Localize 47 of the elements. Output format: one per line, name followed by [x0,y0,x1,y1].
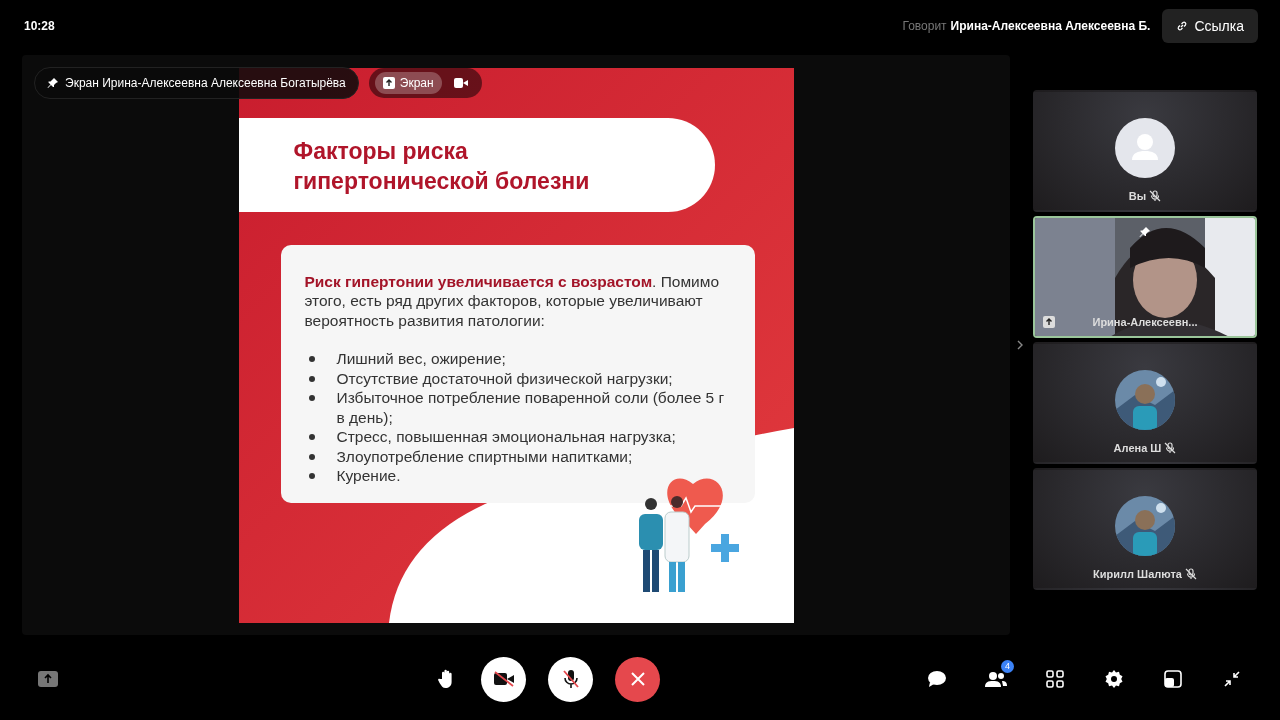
participant-name: Вы [1128,190,1147,202]
bullet-text: Стресс, повышенная эмоциональная нагрузка; [336,427,676,447]
camera-off-button[interactable] [481,656,526,702]
link-icon [1176,20,1189,32]
screen-tab[interactable]: Экран [374,72,442,94]
chevron-icon[interactable] [1016,339,1024,351]
participant-name: Ирина-Алексеевн... [1092,316,1198,328]
bullet-text: Лишний вес, ожирение; [336,349,506,369]
bullet-dot [308,473,315,479]
speaker-label: Говорит [902,19,947,33]
clock-time: 10:28 [24,19,55,33]
mic-off-icon [561,669,580,689]
participants-count-badge: 4 [1001,660,1014,673]
participant-name: Кирилл Шалюта [1093,568,1182,580]
mic-off-button[interactable] [548,656,593,702]
speaker-name: Ирина-Алексеевна Алексеевна Б. [950,19,1151,33]
bullet-dot [308,356,315,362]
muted-mic-icon [1149,190,1162,202]
bullet-text: Злоупотребление спиртными напитками; [336,446,633,466]
camera-off-icon [492,671,515,687]
layout-icon[interactable] [1161,667,1185,691]
screen-share-icon [382,77,395,89]
grid-icon[interactable] [1043,667,1067,691]
screen-owner-chip: Экран Ирина-Алексеевна Алексеевна Богатырёва [34,67,359,99]
bullet-text: Курение. [336,466,401,486]
bullet-text: Отсутствие достаточной физической нагрузки; [336,368,673,388]
muted-mic-icon [1164,442,1177,454]
participant-tile[interactable]: Алена Ш [1033,342,1257,464]
bullet-dot [308,375,315,382]
muted-mic-icon [1184,568,1197,580]
end-call-button[interactable] [615,656,660,702]
participant-tile[interactable]: Кирилл Шалюта [1033,468,1257,590]
link-button[interactable]: Ссылка [1162,9,1258,43]
slide-title: Факторы риска [293,136,469,166]
close-icon [629,671,646,687]
bullet-dot [308,453,315,460]
participant-name: Алена Ш [1113,442,1162,454]
slide-title: гипертонической болезни [293,166,591,196]
participant-tile[interactable]: Вы [1033,90,1257,212]
participant-tile[interactable]: Ирина-Алексеевн... [1033,216,1257,338]
camera-icon [453,78,468,88]
bullet-dot [308,395,315,401]
pin-icon [47,77,59,89]
bullet-dot [308,434,315,440]
avatar-icon [1115,118,1175,178]
intro-paragraph: Риск гипертонии увеличивается с возрастом. Помимо этого, есть ряд других факторов, которые увеличивают вероятность развития патологии: [304,271,721,330]
bullet-text: Избыточное потребление поваренной соли (более 5 г в день); [336,388,726,427]
